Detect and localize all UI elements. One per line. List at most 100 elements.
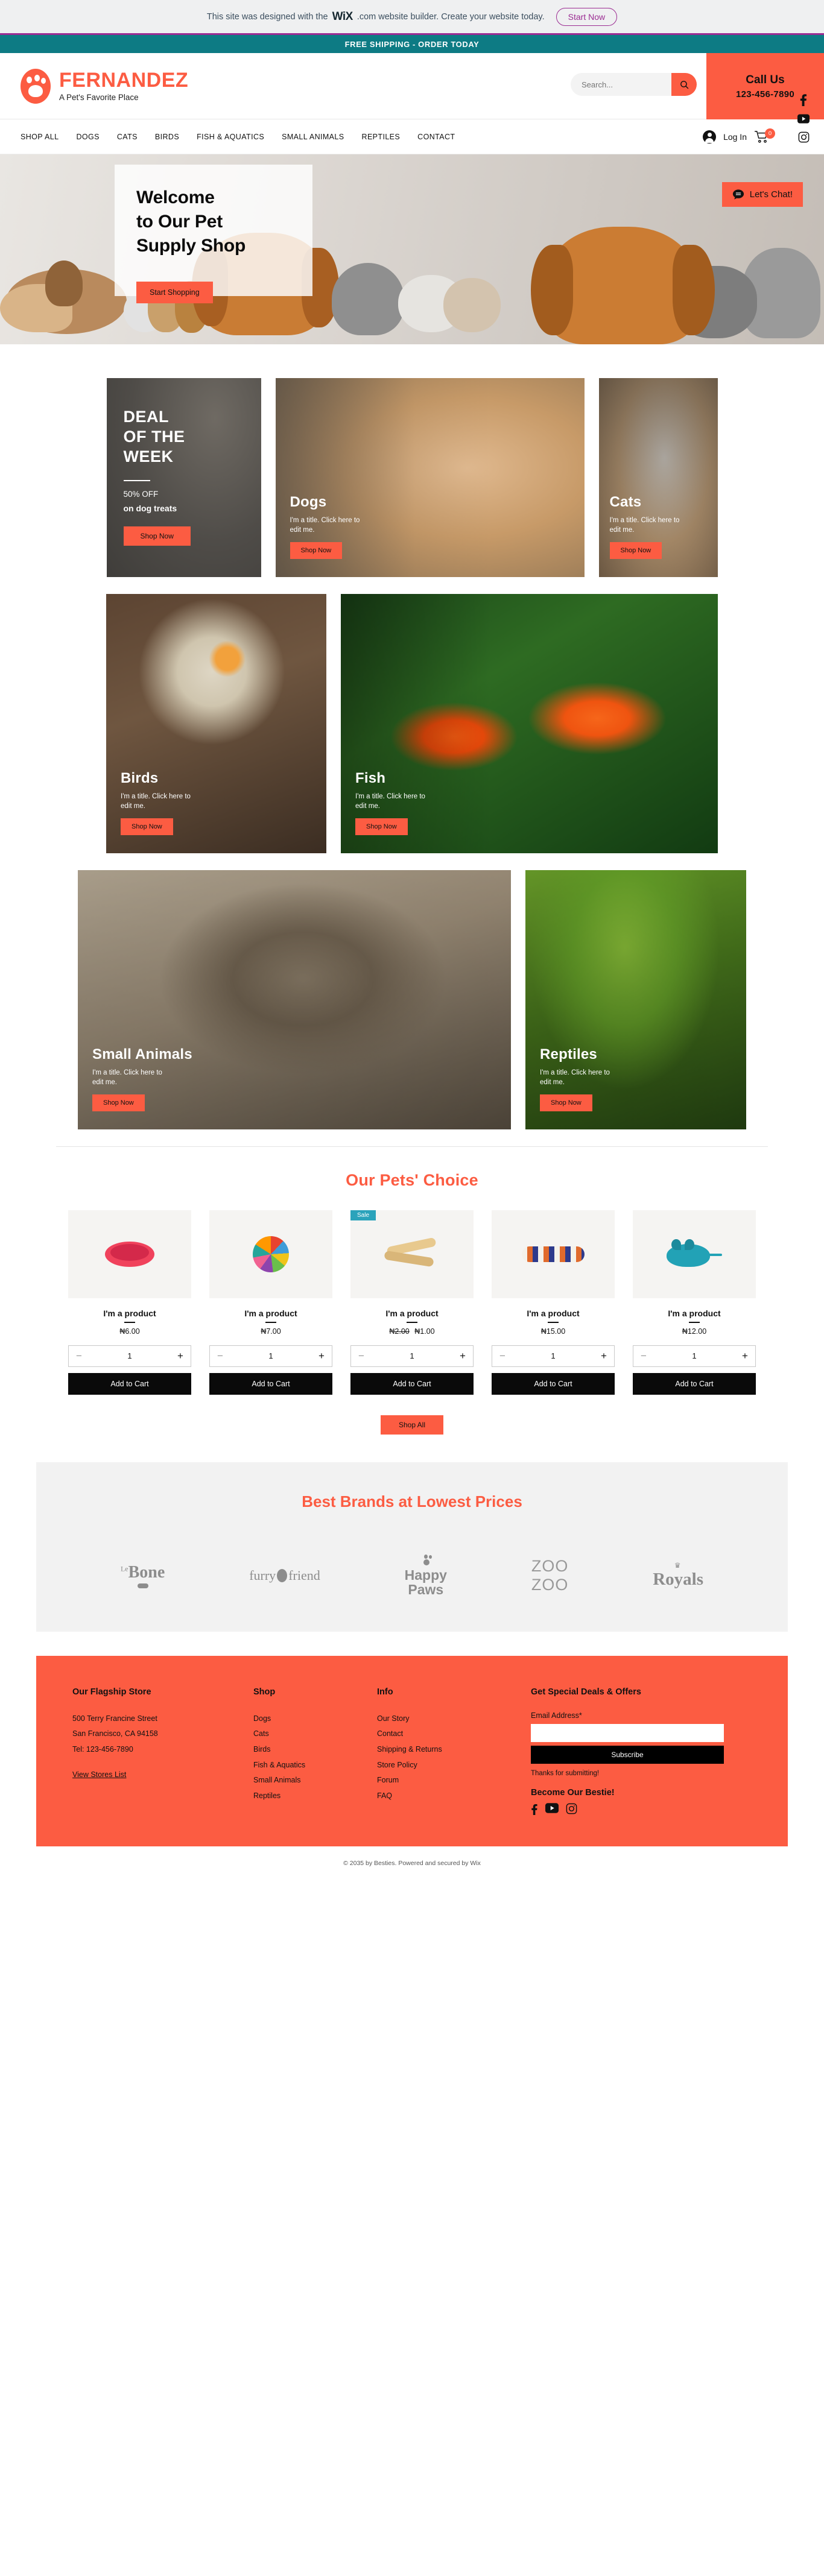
login-button[interactable]: Log In bbox=[723, 132, 747, 142]
instagram-icon[interactable] bbox=[566, 1803, 577, 1814]
product-card[interactable]: I'm a product ₦15.00 − 1 + Add to Cart bbox=[492, 1210, 615, 1395]
facebook-icon[interactable] bbox=[799, 93, 808, 106]
product-card[interactable]: I'm a product ₦6.00 − 1 + Add to Cart bbox=[68, 1210, 191, 1395]
quantity-increment[interactable]: + bbox=[177, 1351, 183, 1361]
deal-percent: 50% OFF bbox=[123, 489, 159, 499]
add-to-cart-button[interactable]: Add to Cart bbox=[492, 1372, 615, 1395]
product-card[interactable]: I'm a product ₦12.00 − 1 + Add to Cart bbox=[633, 1210, 756, 1395]
footer-info-link-faq[interactable]: FAQ bbox=[377, 1788, 531, 1804]
brand-logo-furry-friend[interactable]: furryfriend furry friend bbox=[249, 1568, 320, 1583]
quantity-increment[interactable]: + bbox=[460, 1351, 466, 1361]
quantity-stepper[interactable]: − 1 + bbox=[68, 1345, 191, 1367]
brand-logo-le-bone[interactable]: LeBone Le Bone bbox=[121, 1563, 165, 1588]
category-tile-dogs[interactable]: Dogs I'm a title. Click here to edit me.… bbox=[275, 378, 585, 577]
brand-logo-royals[interactable]: ♛ Royals Royals bbox=[653, 1561, 703, 1589]
footer-info-link-shipping-returns[interactable]: Shipping & Returns bbox=[377, 1742, 531, 1758]
brand-logo-happy-paws[interactable]: HappyPaws Happy Paws bbox=[405, 1554, 447, 1597]
nav-item-dogs[interactable]: DOGS bbox=[76, 133, 99, 141]
email-field[interactable] bbox=[531, 1723, 724, 1742]
subscribe-button[interactable]: Subscribe bbox=[531, 1745, 724, 1764]
cart-button[interactable]: 0 bbox=[754, 128, 775, 144]
instagram-icon[interactable] bbox=[798, 131, 810, 143]
quantity-decrement[interactable]: − bbox=[641, 1351, 647, 1361]
start-shopping-button[interactable]: Start Shopping bbox=[136, 282, 213, 303]
brand-name: FERNANDEZ bbox=[59, 69, 189, 92]
add-to-cart-button[interactable]: Add to Cart bbox=[350, 1372, 474, 1395]
shop-all-button[interactable]: Shop All bbox=[380, 1415, 444, 1435]
footer-info-link-forum[interactable]: Forum bbox=[377, 1773, 531, 1788]
copyright-bar: © 2035 by Besties. Powered and secured b… bbox=[0, 1846, 824, 1878]
category-title-small-animals: Small Animals bbox=[92, 1046, 192, 1062]
search-button[interactable] bbox=[671, 73, 697, 96]
footer-info-link-contact[interactable]: Contact bbox=[377, 1726, 531, 1742]
product-card[interactable]: Sale I'm a product ₦2.00 ₦1.00 − 1 + Add… bbox=[350, 1210, 474, 1395]
quantity-stepper[interactable]: − 1 + bbox=[633, 1345, 756, 1367]
add-to-cart-button[interactable]: Add to Cart bbox=[68, 1372, 191, 1395]
product-card[interactable]: I'm a product ₦7.00 − 1 + Add to Cart bbox=[209, 1210, 332, 1395]
product-image[interactable]: Sale bbox=[350, 1210, 474, 1298]
start-now-button[interactable]: Start Now bbox=[556, 7, 618, 26]
nav-item-birds[interactable]: BIRDS bbox=[155, 133, 179, 141]
youtube-icon[interactable] bbox=[797, 114, 810, 124]
view-stores-list-link[interactable]: View Stores List bbox=[72, 1767, 253, 1783]
nav-links: SHOP ALL DOGS CATS BIRDS FISH & AQUATICS… bbox=[21, 133, 455, 141]
quantity-decrement[interactable]: − bbox=[358, 1351, 364, 1361]
lets-chat-button[interactable]: Let's Chat! bbox=[721, 182, 803, 207]
footer-shop-link-birds[interactable]: Birds bbox=[253, 1742, 377, 1758]
quantity-increment[interactable]: + bbox=[601, 1351, 607, 1361]
product-image[interactable] bbox=[633, 1210, 756, 1298]
deal-divider bbox=[123, 479, 150, 481]
footer-shop-link-fish-aquatics[interactable]: Fish & Aquatics bbox=[253, 1758, 377, 1773]
nav-item-cats[interactable]: CATS bbox=[117, 133, 138, 141]
deal-of-the-week-tile[interactable]: DEAL OF THE WEEK 50% OFF on dog treats S… bbox=[106, 378, 261, 577]
footer-info-link-our-story[interactable]: Our Story bbox=[377, 1711, 531, 1727]
footer-shop-link-dogs[interactable]: Dogs bbox=[253, 1711, 377, 1727]
category-tile-small-animals[interactable]: Small Animals I'm a title. Click here to… bbox=[78, 870, 511, 1129]
quantity-stepper[interactable]: − 1 + bbox=[209, 1345, 332, 1367]
category-tile-cats[interactable]: Cats I'm a title. Click here to edit me.… bbox=[598, 378, 718, 577]
quantity-increment[interactable]: + bbox=[319, 1351, 325, 1361]
search-input[interactable] bbox=[571, 73, 671, 96]
category-tile-fish[interactable]: Fish I'm a title. Click here to edit me.… bbox=[341, 594, 718, 853]
shop-now-cats[interactable]: Shop Now bbox=[609, 542, 662, 559]
product-list: I'm a product ₦6.00 − 1 + Add to Cart I'… bbox=[0, 1210, 824, 1395]
footer-shop-link-cats[interactable]: Cats bbox=[253, 1726, 377, 1742]
youtube-icon[interactable] bbox=[545, 1803, 559, 1813]
nav-item-fish-aquatics[interactable]: FISH & AQUATICS bbox=[197, 133, 264, 141]
category-tile-birds[interactable]: Birds I'm a title. Click here to edit me… bbox=[106, 594, 326, 853]
nav-item-reptiles[interactable]: REPTILES bbox=[362, 133, 401, 141]
quantity-decrement[interactable]: − bbox=[76, 1351, 82, 1361]
wix-link[interactable]: Wix bbox=[470, 1860, 481, 1867]
footer-shop-link-reptiles[interactable]: Reptiles bbox=[253, 1788, 377, 1804]
footer-social-links bbox=[531, 1803, 724, 1815]
quantity-increment[interactable]: + bbox=[742, 1351, 748, 1361]
deal-shop-now-button[interactable]: Shop Now bbox=[123, 526, 191, 546]
quantity-stepper[interactable]: − 1 + bbox=[350, 1345, 474, 1367]
product-image[interactable] bbox=[68, 1210, 191, 1298]
shop-now-dogs[interactable]: Shop Now bbox=[290, 542, 343, 559]
shop-now-reptiles[interactable]: Shop Now bbox=[540, 1094, 592, 1111]
add-to-cart-button[interactable]: Add to Cart bbox=[633, 1372, 756, 1395]
add-to-cart-button[interactable]: Add to Cart bbox=[209, 1372, 332, 1395]
shop-now-birds[interactable]: Shop Now bbox=[121, 818, 173, 835]
shop-now-small-animals[interactable]: Shop Now bbox=[92, 1094, 145, 1111]
footer-shop-link-small-animals[interactable]: Small Animals bbox=[253, 1773, 377, 1788]
footer-info-link-store-policy[interactable]: Store Policy bbox=[377, 1758, 531, 1773]
product-image[interactable] bbox=[492, 1210, 615, 1298]
facebook-icon[interactable] bbox=[531, 1803, 538, 1815]
quantity-decrement[interactable]: − bbox=[499, 1351, 505, 1361]
product-price: ₦12.00 bbox=[633, 1327, 756, 1336]
nav-item-shop-all[interactable]: SHOP ALL bbox=[21, 133, 59, 141]
shop-now-fish[interactable]: Shop Now bbox=[355, 818, 408, 835]
brand-logo-zoo-zoo[interactable]: ZOOZOO ZOO ZOO bbox=[531, 1557, 569, 1593]
category-tile-reptiles[interactable]: Reptiles I'm a title. Click here to edit… bbox=[525, 870, 746, 1129]
cart-count-badge: 0 bbox=[765, 128, 775, 139]
product-price-current: ₦1.00 bbox=[414, 1327, 435, 1336]
quantity-decrement[interactable]: − bbox=[217, 1351, 223, 1361]
copyright-text: © 2035 by Besties. Powered and secured b… bbox=[343, 1859, 471, 1867]
nav-item-contact[interactable]: CONTACT bbox=[417, 133, 455, 141]
brand-logo-group[interactable]: FERNANDEZ A Pet's Favorite Place bbox=[21, 68, 189, 104]
quantity-stepper[interactable]: − 1 + bbox=[492, 1345, 615, 1367]
product-image[interactable] bbox=[209, 1210, 332, 1298]
nav-item-small-animals[interactable]: SMALL ANIMALS bbox=[282, 133, 344, 141]
